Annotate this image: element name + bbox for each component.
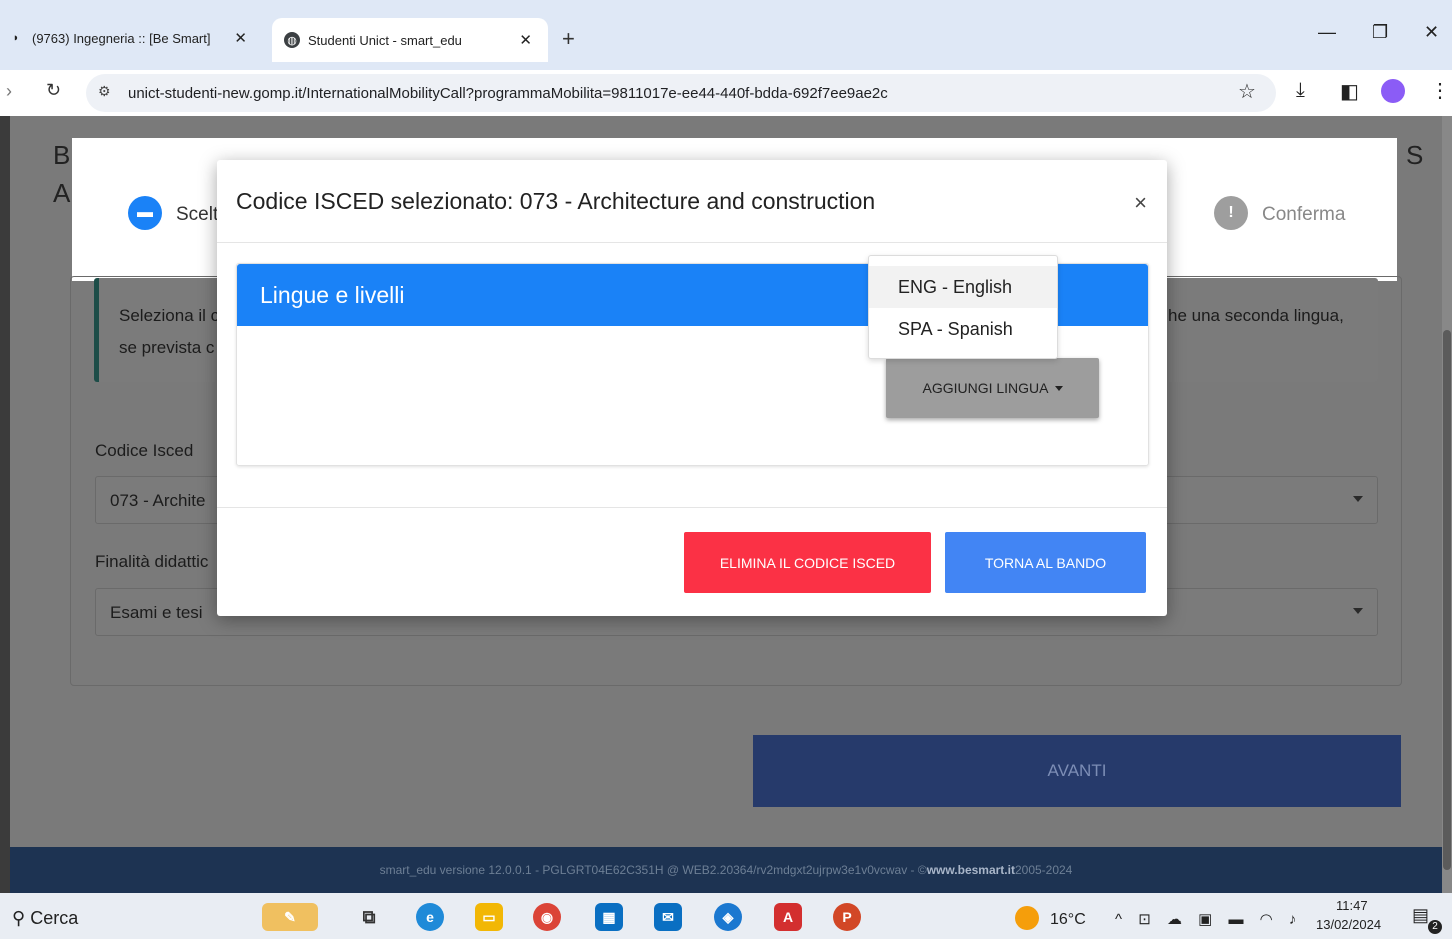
tab-close-icon[interactable]: ✕ (519, 31, 532, 49)
chevron-down-icon (1353, 608, 1363, 614)
footer-text: smart_edu versione 12.0.0.1 - PGLGRT04E6… (379, 863, 927, 877)
finalita-label: Finalità didattic (95, 552, 209, 571)
weather-temp[interactable]: 16°C (1050, 911, 1086, 929)
page-footer: smart_edu versione 12.0.0.1 - PGLGRT04E6… (10, 847, 1442, 893)
site-settings-icon[interactable]: ⚙ (98, 83, 111, 100)
add-language-label: AGGIUNGI LINGUA (922, 380, 1049, 396)
edge-icon[interactable]: e (416, 903, 444, 931)
clock-date[interactable]: 13/02/2024 (1316, 917, 1381, 932)
profile-avatar[interactable] (1381, 79, 1405, 103)
step-label: Conferma (1262, 204, 1346, 225)
restore-icon[interactable]: ❐ (1372, 22, 1388, 43)
acrobat-icon[interactable]: A (774, 903, 802, 931)
delete-isced-button[interactable]: ELIMINA IL CODICE ISCED (684, 532, 931, 593)
search-label: Cerca (30, 908, 79, 928)
add-language-button[interactable]: AGGIUNGI LINGUA (886, 358, 1099, 418)
notification-badge: 2 (1428, 920, 1442, 934)
clock-time[interactable]: 11:47 (1336, 898, 1368, 913)
select-value: Esami e tesi (110, 603, 203, 622)
powerpoint-icon[interactable]: P (833, 903, 861, 931)
browser-tab-studenti[interactable]: ◍ Studenti Unict - smart_edu ✕ (272, 18, 548, 62)
caret-down-icon (1054, 385, 1063, 391)
delete-label: ELIMINA IL CODICE ISCED (719, 554, 896, 571)
page-title-fragment: S (1406, 140, 1424, 170)
bookmark-star-icon[interactable]: ☆ (1238, 79, 1256, 104)
browser-tab-ingegneria[interactable]: ◗ (9763) Ingegneria :: [Be Smart] ✕ (8, 18, 263, 58)
footer-link[interactable]: www.besmart.it (927, 863, 1015, 877)
chevron-down-icon (1353, 496, 1363, 502)
weather-sun-icon[interactable] (1015, 906, 1039, 930)
system-tray-icons[interactable]: ^ ⊡ ☁ ▣ ▬ ◠ ♪ (1115, 910, 1302, 928)
info-text: se prevista c (119, 338, 215, 357)
tab-favicon-icon: ◗ (12, 32, 20, 44)
isced-modal: Codice ISCED selezionato: 073 - Architec… (217, 160, 1167, 616)
menu-dots-icon[interactable]: ⋮ (1430, 78, 1450, 103)
close-icon[interactable]: × (1134, 190, 1147, 216)
notification-icon[interactable]: ▤ (1412, 905, 1429, 926)
task-view-icon[interactable]: ⧉ (355, 903, 383, 931)
url-text: unict-studenti-new.gomp.it/International… (128, 84, 888, 102)
mail-icon[interactable]: ✉ (654, 903, 682, 931)
side-panel-icon[interactable]: ◧ (1340, 79, 1359, 104)
dropdown-option-spa[interactable]: SPA - Spanish (869, 308, 1057, 350)
globe-icon: ◍ (284, 32, 300, 48)
forward-icon[interactable]: › (6, 81, 12, 102)
step-label: Scelt (176, 204, 219, 225)
search-icon: ⚲ (12, 908, 26, 928)
codice-isced-label: Codice Isced (95, 441, 194, 460)
select-value: 073 - Archite (110, 491, 206, 510)
scrollbar-thumb[interactable] (1443, 330, 1451, 870)
taskbar-search[interactable]: ⚲ Cerca (12, 908, 78, 929)
divider (217, 242, 1167, 243)
divider (217, 507, 1167, 508)
minimize-icon[interactable]: — (1318, 22, 1336, 43)
info-text: Seleziona il c (119, 306, 220, 325)
tab-close-icon[interactable]: ✕ (234, 29, 247, 47)
reload-icon[interactable]: ↻ (46, 80, 61, 101)
tab-title: (9763) Ingegneria :: [Be Smart] (32, 30, 211, 46)
file-explorer-icon[interactable]: ▭ (475, 903, 503, 931)
window-close-icon[interactable]: ✕ (1424, 22, 1439, 43)
new-tab-icon[interactable]: + (562, 26, 575, 52)
dropdown-option-eng[interactable]: ENG - English (869, 266, 1057, 308)
exclamation-icon: ! (1214, 196, 1248, 230)
briefcase-icon: ▬ (128, 196, 162, 230)
widgets-icon[interactable]: ✎ (262, 903, 318, 931)
tab-title: Studenti Unict - smart_edu (308, 32, 462, 48)
browser-tab-bar: ◗ (9763) Ingegneria :: [Be Smart] ✕ ◍ St… (0, 0, 1452, 70)
footer-years: 2005-2024 (1014, 863, 1073, 877)
back-label: TORNA AL BANDO (984, 554, 1107, 571)
language-dropdown: ENG - English SPA - Spanish (868, 255, 1058, 359)
download-icon[interactable]: ⤓ (1296, 79, 1305, 102)
avanti-button[interactable]: AVANTI (753, 735, 1401, 807)
page-title-fragment: B (53, 140, 71, 170)
chrome-icon[interactable]: ◉ (533, 903, 561, 931)
back-to-call-button[interactable]: TORNA AL BANDO (945, 532, 1146, 593)
compass-icon[interactable]: ◈ (714, 903, 742, 931)
modal-title: Codice ISCED selezionato: 073 - Architec… (236, 188, 876, 214)
page-left-edge (0, 116, 10, 893)
address-bar-row: › ↻ ⚙ unict-studenti-new.gomp.it/Interna… (0, 70, 1452, 116)
avanti-label: AVANTI (1047, 761, 1107, 780)
store-icon[interactable]: ▦ (595, 903, 623, 931)
url-bar[interactable]: ⚙ unict-studenti-new.gomp.it/Internation… (86, 74, 1276, 112)
page-title-fragment: A (53, 178, 71, 208)
info-text: he una seconda lingua, (1168, 306, 1344, 325)
